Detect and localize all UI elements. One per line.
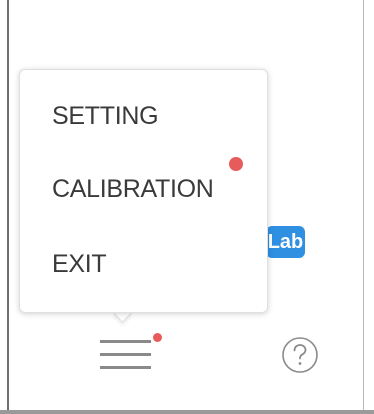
window-border-right [363, 0, 364, 414]
calibration-notification-dot [229, 157, 243, 171]
window-border-bottom [0, 410, 374, 414]
menu-notification-dot [153, 333, 162, 342]
menu-item-exit[interactable]: EXIT [52, 244, 107, 284]
menu-popup: SETTING CALIBRATION EXIT [19, 69, 268, 313]
menu-item-setting[interactable]: SETTING [52, 96, 159, 136]
app-window: Lab SETTING CALIBRATION EXIT [0, 0, 374, 414]
window-border-left [7, 0, 9, 414]
menu-item-calibration[interactable]: CALIBRATION [52, 169, 214, 209]
question-circle-icon [282, 337, 318, 373]
lab-badge[interactable]: Lab [266, 226, 305, 258]
help-button[interactable] [281, 336, 319, 374]
hamburger-menu-button[interactable] [100, 333, 162, 373]
